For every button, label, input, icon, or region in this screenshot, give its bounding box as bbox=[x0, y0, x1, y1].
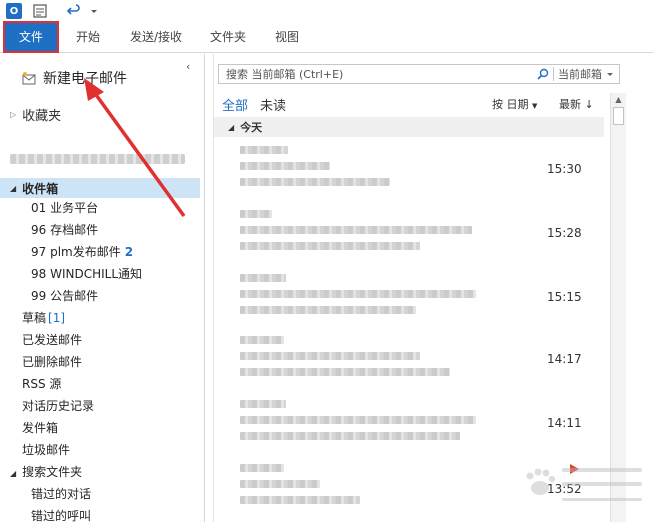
collapse-icon[interactable]: ◢ bbox=[228, 123, 234, 132]
draft-count: [1] bbox=[48, 311, 66, 325]
message-preview bbox=[240, 242, 420, 250]
message-sender bbox=[240, 400, 286, 408]
message-sender bbox=[240, 210, 272, 218]
folder-windchill[interactable]: 98 WINDCHILL通知 bbox=[31, 264, 142, 284]
message-item[interactable]: 15:30 bbox=[214, 142, 604, 204]
inbox-folder[interactable]: ◢ 收件箱 bbox=[0, 178, 200, 198]
favorites-label: 收藏夹 bbox=[22, 109, 62, 124]
message-sender bbox=[240, 274, 286, 282]
message-item[interactable]: 14:17 bbox=[214, 332, 604, 394]
search-box[interactable]: 搜索 当前邮箱 (Ctrl+E) 当前邮箱 bbox=[218, 64, 620, 84]
message-time: 14:11 bbox=[547, 416, 582, 430]
message-preview bbox=[240, 178, 390, 186]
chevron-down-icon: ▼ bbox=[532, 102, 538, 110]
message-subject bbox=[240, 416, 476, 424]
filter-bar: 全部 未读 按 日期 ▼ 最新 ↓ bbox=[222, 95, 600, 114]
search-input[interactable]: 搜索 当前邮箱 (Ctrl+E) bbox=[219, 66, 537, 82]
group-header-today[interactable]: ◢ 今天 bbox=[214, 117, 604, 137]
collapse-icon[interactable]: ◢ bbox=[10, 469, 16, 478]
message-preview bbox=[240, 368, 450, 376]
message-subject bbox=[240, 352, 420, 360]
ribbon-tabs: 文件 开始 发送/接收 文件夹 视图 bbox=[0, 21, 653, 53]
customize-toolbar-icon[interactable] bbox=[88, 2, 100, 20]
send-receive-all-icon[interactable] bbox=[30, 2, 50, 20]
message-time: 14:17 bbox=[547, 352, 582, 366]
filter-all-tab[interactable]: 全部 bbox=[222, 95, 248, 114]
folder-missed-calls[interactable]: 错过的呼叫 bbox=[31, 506, 91, 522]
collapse-icon[interactable]: ◢ bbox=[10, 184, 16, 193]
folder-plm-release[interactable]: 97 plm发布邮件 2 bbox=[31, 242, 133, 262]
folder-deleted[interactable]: 已删除邮件 bbox=[22, 352, 82, 372]
arrow-down-icon: ↓ bbox=[584, 98, 594, 111]
tab-send-receive[interactable]: 发送/接收 bbox=[120, 22, 192, 52]
message-preview bbox=[240, 496, 360, 504]
message-time: 15:28 bbox=[547, 226, 582, 240]
message-sender bbox=[240, 336, 284, 344]
undo-icon[interactable] bbox=[64, 2, 84, 20]
message-subject bbox=[240, 162, 330, 170]
message-time: 15:30 bbox=[547, 162, 582, 176]
folder-outbox[interactable]: 发件箱 bbox=[22, 418, 58, 438]
search-scope-dropdown[interactable]: 当前邮箱 bbox=[558, 66, 606, 82]
folder-business-platform[interactable]: 01 业务平台 bbox=[31, 198, 98, 218]
folder-drafts[interactable]: 草稿 [1] bbox=[22, 308, 65, 328]
tab-home[interactable]: 开始 bbox=[66, 22, 110, 52]
outlook-app-icon[interactable]: O bbox=[4, 2, 24, 20]
message-time: 15:15 bbox=[547, 290, 582, 304]
search-icon[interactable] bbox=[537, 68, 549, 80]
folder-search-folders[interactable]: ◢ 搜索文件夹 bbox=[10, 462, 82, 482]
sort-by-dropdown[interactable]: 按 日期 ▼ bbox=[492, 96, 537, 112]
expand-icon[interactable]: ▷ bbox=[10, 110, 16, 119]
message-item[interactable]: 14:11 bbox=[214, 396, 604, 458]
scroll-up-icon[interactable]: ▲ bbox=[611, 93, 626, 107]
inbox-label: 收件箱 bbox=[22, 181, 59, 196]
tab-folder[interactable]: 文件夹 bbox=[202, 22, 254, 52]
chevron-down-icon[interactable] bbox=[606, 70, 614, 78]
folder-junk[interactable]: 垃圾邮件 bbox=[22, 440, 70, 460]
new-mail-icon bbox=[22, 71, 36, 84]
favorites-folder[interactable]: ▷ 收藏夹 bbox=[10, 105, 61, 124]
watermark-logo bbox=[526, 468, 642, 501]
folder-conversation-history[interactable]: 对话历史记录 bbox=[22, 396, 94, 416]
folder-archive[interactable]: 96 存档邮件 bbox=[31, 220, 98, 240]
new-mail-label: 新建电子邮件 bbox=[43, 71, 127, 87]
unread-count: 2 bbox=[124, 245, 134, 259]
search-divider bbox=[553, 67, 554, 81]
folder-sent[interactable]: 已发送邮件 bbox=[22, 330, 82, 350]
folder-announcements[interactable]: 99 公告邮件 bbox=[31, 286, 98, 306]
message-preview bbox=[240, 432, 460, 440]
message-sender bbox=[240, 464, 284, 472]
sort-order-button[interactable]: 最新 ↓ bbox=[559, 96, 594, 112]
scroll-thumb[interactable] bbox=[613, 107, 624, 125]
message-subject bbox=[240, 290, 476, 298]
message-item[interactable]: 15:15 bbox=[214, 270, 604, 332]
quick-access-toolbar: O bbox=[0, 0, 653, 22]
folder-missed-conversations[interactable]: 错过的对话 bbox=[31, 484, 91, 504]
account-name[interactable] bbox=[10, 154, 185, 164]
tab-view[interactable]: 视图 bbox=[264, 22, 310, 52]
message-sender bbox=[240, 146, 288, 154]
filter-unread-tab[interactable]: 未读 bbox=[260, 95, 286, 114]
message-item[interactable]: 15:28 bbox=[214, 206, 604, 268]
folder-pane: 新建电子邮件 ‹ ▷ 收藏夹 ◢ 收件箱 01 业务平台 96 存档邮件 97 … bbox=[0, 54, 205, 522]
group-label: 今天 bbox=[240, 121, 263, 134]
message-subject bbox=[240, 480, 320, 488]
collapse-pane-icon[interactable]: ‹ bbox=[186, 60, 190, 73]
tab-file[interactable]: 文件 bbox=[3, 21, 59, 53]
message-subject bbox=[240, 226, 472, 234]
new-mail-button[interactable]: 新建电子邮件 bbox=[22, 68, 127, 88]
message-preview bbox=[240, 306, 416, 314]
folder-rss[interactable]: RSS 源 bbox=[22, 374, 61, 394]
